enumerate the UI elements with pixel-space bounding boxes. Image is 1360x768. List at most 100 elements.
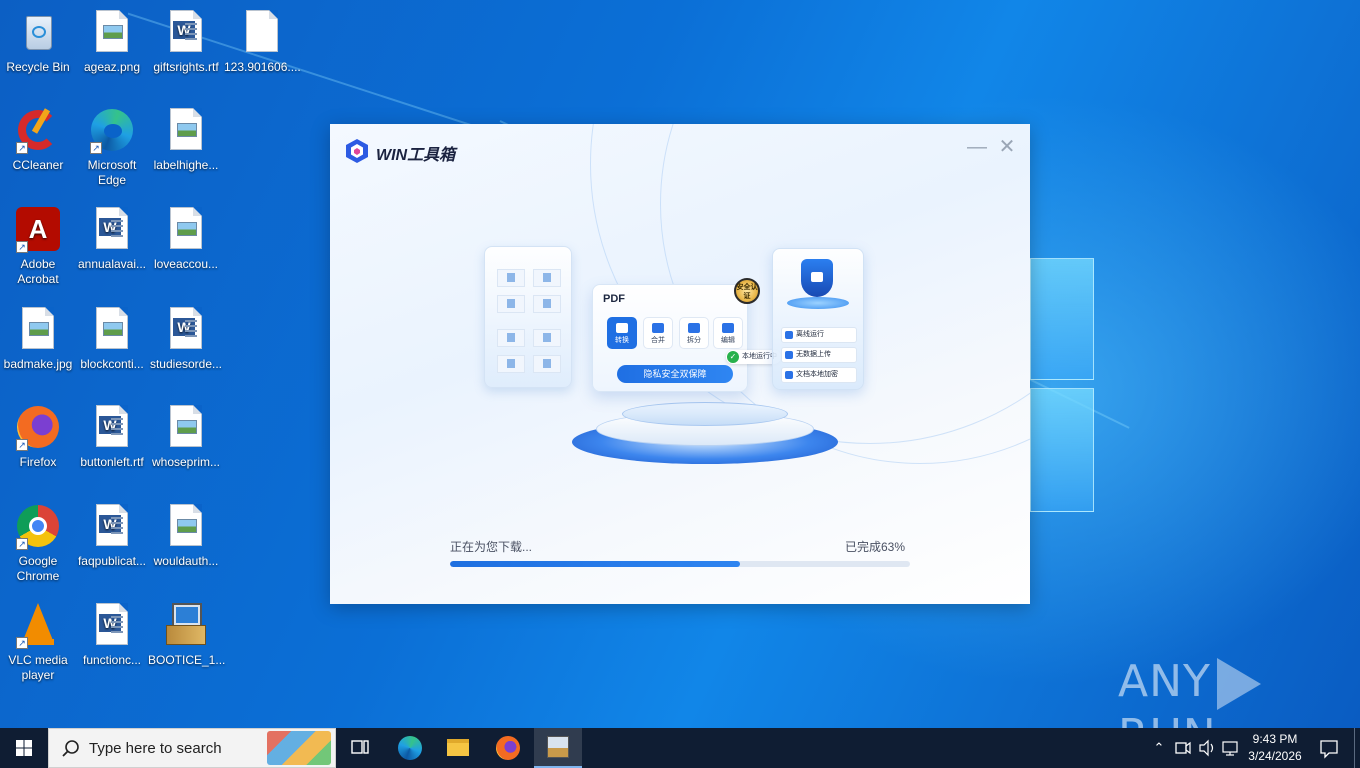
shortcut-arrow-icon: ↗ — [16, 637, 28, 649]
blank-file-icon — [238, 8, 286, 56]
volume-button[interactable] — [1196, 728, 1218, 768]
feature-offline: 离线运行 — [781, 327, 857, 343]
word-document-icon: W — [88, 502, 136, 550]
desktop-icon-label: labelhighe... — [153, 158, 219, 172]
taskbar-firefox-button[interactable] — [484, 728, 532, 768]
desktop-icon-buttonleft[interactable]: W buttonleft.rtf — [74, 403, 150, 470]
desktop-icon-badmake[interactable]: badmake.jpg — [0, 305, 76, 372]
desktop-icon-bootice[interactable]: BOOTICE_1... — [148, 601, 226, 668]
desktop-icon-label: giftsrights.rtf — [153, 60, 219, 74]
image-file-icon — [162, 502, 210, 550]
image-file-icon — [162, 205, 210, 253]
firefox-icon — [496, 736, 520, 760]
desktop-icon-giftsrights[interactable]: W giftsrights.rtf — [148, 8, 224, 75]
desktop-icon-label: faqpublicat... — [77, 554, 147, 568]
desktop-icon-blockconti[interactable]: blockconti... — [74, 305, 150, 372]
clock-date: 3/24/2026 — [1248, 749, 1302, 763]
check-icon: ✓ — [727, 351, 739, 363]
desktop-icon-ccleaner[interactable]: ↗ CCleaner — [0, 106, 76, 173]
speaker-icon — [1199, 739, 1214, 757]
shortcut-arrow-icon: ↗ — [16, 439, 28, 451]
desktop-icon-label: Firefox — [19, 455, 57, 469]
network-icon — [1222, 741, 1238, 756]
taskbar-file-explorer-button[interactable] — [434, 728, 482, 768]
minimize-button[interactable]: — — [966, 136, 988, 158]
windows-logo-icon — [16, 740, 32, 756]
desktop-icon-studiesorde[interactable]: W studiesorde... — [148, 305, 224, 372]
desktop-icon-ageaz[interactable]: ageaz.png — [74, 8, 150, 75]
desktop-icon-label: BOOTICE_1... — [148, 653, 226, 667]
privacy-guarantee-label: 隐私安全双保障 — [617, 365, 733, 383]
desktop-icon-recycle-bin[interactable]: Recycle Bin — [0, 8, 76, 75]
desktop-icon-loveaccou[interactable]: loveaccou... — [148, 205, 224, 272]
installer-icon — [547, 736, 569, 758]
folder-icon — [447, 739, 469, 756]
desktop-icon-label: ageaz.png — [83, 60, 141, 74]
meet-now-button[interactable] — [1172, 728, 1194, 768]
security-card: 离线运行 无数据上传 文档本地加密 — [772, 248, 864, 390]
taskbar-installer-button[interactable] — [534, 728, 582, 768]
word-document-icon: W — [162, 305, 210, 353]
desktop-icon-123-file[interactable]: 123.901606.... — [224, 8, 301, 75]
network-button[interactable] — [1220, 728, 1242, 768]
desktop-icon-adobe-acrobat[interactable]: A ↗ Adobe Acrobat — [0, 205, 76, 287]
image-file-icon — [162, 403, 210, 451]
desktop-icon-labelhighe[interactable]: labelhighe... — [148, 106, 224, 173]
desktop-icon-faqpublicat[interactable]: W faqpublicat... — [74, 502, 150, 569]
notifications-button[interactable] — [1314, 728, 1344, 768]
product-illustration: PDF 转换 合并 拆分 编辑 隐私安全双保障 安全认证 ✓ 本地运行中 离线运行… — [480, 242, 880, 467]
app-title: WIN工具箱 — [376, 147, 456, 164]
pdf-label: PDF — [603, 293, 625, 305]
anyrun-watermark: ANYRUN — [1118, 656, 1360, 728]
notification-icon — [1320, 740, 1338, 759]
desktop-icon-firefox[interactable]: ↗ Firefox — [0, 403, 76, 470]
desktop-icon-label: VLC media player — [8, 653, 68, 682]
desktop-icon-google-chrome[interactable]: ↗ Google Chrome — [0, 502, 76, 584]
desktop-icon-wouldauth[interactable]: wouldauth... — [148, 502, 224, 569]
search-highlight-image — [267, 731, 331, 765]
desktop-icon-label: buttonleft.rtf — [80, 455, 144, 469]
shortcut-arrow-icon: ↗ — [16, 538, 28, 550]
desktop-icon-label: functionc... — [82, 653, 142, 667]
clock-time: 9:43 PM — [1252, 732, 1298, 746]
edge-icon: ↗ — [88, 106, 136, 154]
chevron-up-icon: ⌃ — [1153, 740, 1165, 755]
taskbar-clock[interactable]: 9:43 PM 3/24/2026 — [1240, 731, 1310, 765]
desktop-icon-label: Microsoft Edge — [87, 158, 137, 187]
word-document-icon: W — [88, 601, 136, 649]
taskbar-search-box[interactable]: Type here to search — [48, 728, 336, 768]
convert-tool: 转换 — [607, 317, 637, 349]
desktop-icon-vlc[interactable]: ↗ VLC media player — [0, 601, 76, 683]
image-file-icon — [88, 305, 136, 353]
taskbar-edge-button[interactable] — [386, 728, 434, 768]
shortcut-arrow-icon: ↗ — [16, 241, 28, 253]
security-certified-badge: 安全认证 — [734, 278, 760, 304]
edit-tool: 编辑 — [713, 317, 743, 349]
desktop-icon-microsoft-edge[interactable]: ↗ Microsoft Edge — [74, 106, 150, 188]
desktop-icon-whoseprim[interactable]: whoseprim... — [148, 403, 224, 470]
desktop-icon-label: badmake.jpg — [3, 357, 73, 371]
show-hidden-icons-button[interactable]: ⌃ — [1148, 728, 1170, 768]
feature-no-upload: 无数据上传 — [781, 347, 857, 363]
download-status-label: 正在为您下载... — [450, 540, 533, 554]
show-desktop-button[interactable] — [1354, 728, 1360, 768]
desktop-icon-label: studiesorde... — [149, 357, 223, 371]
merge-tool: 合并 — [643, 317, 673, 349]
close-button[interactable]: ✕ — [996, 136, 1018, 158]
desktop-icon-label: 123.901606.... — [224, 60, 301, 74]
vlc-icon: ↗ — [14, 601, 62, 649]
shortcut-arrow-icon: ↗ — [90, 142, 102, 154]
wallpaper-windows-logo — [1030, 258, 1094, 512]
ccleaner-icon: ↗ — [14, 106, 62, 154]
firefox-icon: ↗ — [14, 403, 62, 451]
adobe-acrobat-icon: A ↗ — [14, 205, 62, 253]
search-placeholder: Type here to search — [89, 740, 222, 757]
start-button[interactable] — [0, 728, 48, 768]
task-view-button[interactable] — [336, 728, 384, 768]
image-file-icon — [162, 106, 210, 154]
desktop-icon-label: Adobe Acrobat — [17, 257, 59, 286]
task-view-icon — [351, 740, 369, 754]
split-icon — [688, 323, 700, 333]
desktop-icon-functionc[interactable]: W functionc... — [74, 601, 150, 668]
desktop-icon-annualavai[interactable]: W annualavai... — [74, 205, 150, 272]
